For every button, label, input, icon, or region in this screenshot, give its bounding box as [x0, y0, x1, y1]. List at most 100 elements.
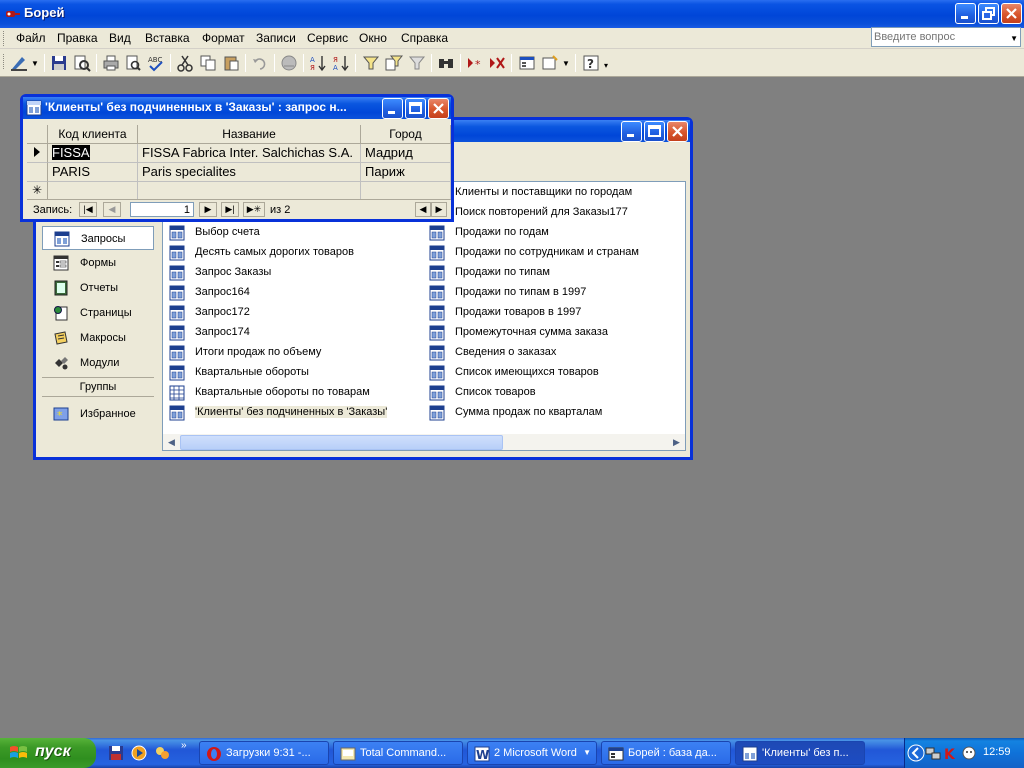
current-record-input[interactable]	[130, 202, 194, 217]
menu-file[interactable]: Файл	[16, 31, 46, 45]
first-record-button[interactable]: |◀	[79, 202, 97, 217]
next-record-button[interactable]: ▶	[199, 202, 217, 217]
menu-format[interactable]: Формат	[202, 31, 245, 45]
menu-tools[interactable]: Сервис	[307, 31, 348, 45]
select-all-corner[interactable]	[27, 125, 48, 144]
menu-view[interactable]: Вид	[109, 31, 131, 45]
toolbar-separator	[44, 54, 45, 72]
scroll-right-button[interactable]: ▶	[669, 435, 684, 450]
print-preview-icon[interactable]	[124, 54, 142, 72]
db-close-button[interactable]	[667, 121, 688, 142]
tray-expand-icon[interactable]	[907, 744, 925, 762]
record-selector[interactable]	[27, 163, 48, 182]
quicklaunch-media-icon[interactable]	[131, 745, 147, 761]
column-header-city[interactable]: Город	[361, 125, 451, 144]
column-header-name[interactable]: Название	[138, 125, 361, 144]
restore-button[interactable]	[978, 3, 999, 24]
table-cell[interactable]: PARIS	[48, 163, 138, 182]
query-window-title-bar[interactable]: 'Клиенты' без подчиненных в 'Заказы' : з…	[23, 97, 451, 119]
task-borey-database[interactable]: Борей : база да...	[601, 741, 731, 765]
menu-edit[interactable]: Правка	[57, 31, 98, 45]
delete-record-icon[interactable]	[488, 54, 506, 72]
list-item-label: Список товаров	[455, 386, 536, 398]
menu-records[interactable]: Записи	[256, 31, 296, 45]
task-clients-query[interactable]: 'Клиенты' без п...	[735, 741, 865, 765]
table-cell[interactable]: FISSA Fabrica Inter. Salchichas S.A.	[138, 144, 361, 163]
minimize-button[interactable]	[955, 3, 976, 24]
antivirus-icon[interactable]: K	[943, 745, 959, 761]
cut-icon[interactable]	[176, 54, 194, 72]
record-selector[interactable]	[27, 144, 48, 163]
database-window-icon[interactable]	[518, 54, 536, 72]
print-icon[interactable]	[102, 54, 120, 72]
task-downloads[interactable]: Загрузки 9:31 -...	[199, 741, 329, 765]
paste-icon[interactable]	[222, 54, 240, 72]
design-view-icon[interactable]	[10, 54, 28, 72]
quicklaunch-save-icon[interactable]	[108, 745, 124, 761]
filter-by-selection-icon[interactable]	[362, 54, 380, 72]
hyperlink-icon[interactable]	[280, 54, 298, 72]
table-cell[interactable]: Paris specialites	[138, 163, 361, 182]
scroll-left-button[interactable]: ◀	[415, 202, 431, 217]
query-close-button[interactable]	[428, 98, 449, 119]
menu-insert[interactable]: Вставка	[145, 31, 190, 45]
tray-app-icon[interactable]	[961, 745, 977, 761]
toolbar-grip[interactable]	[3, 54, 6, 69]
last-record-button[interactable]: ▶|	[221, 202, 239, 217]
app-title-bar[interactable]: Борей	[0, 0, 1024, 28]
help-search-box[interactable]: ▼	[871, 27, 1021, 47]
objects-pages[interactable]: Страницы	[42, 301, 154, 325]
groups-header[interactable]: Группы	[42, 377, 154, 397]
table-cell[interactable]: Париж	[361, 163, 451, 182]
help-search-input[interactable]	[874, 29, 1004, 45]
close-button[interactable]	[1001, 3, 1022, 24]
objects-macros[interactable]: Макросы	[42, 326, 154, 350]
help-icon[interactable]: ?	[582, 54, 600, 72]
start-button[interactable]: пуск	[0, 738, 96, 768]
groups-favorites[interactable]: * Избранное	[42, 402, 154, 426]
new-record-nav-button[interactable]: ▶✳	[243, 202, 265, 217]
task-group-dropdown-icon[interactable]: ▼	[583, 748, 591, 757]
previous-record-button[interactable]: ◀	[103, 202, 121, 217]
objects-reports[interactable]: Отчеты	[42, 276, 154, 300]
menu-help[interactable]: Справка	[401, 31, 448, 45]
scroll-left-button[interactable]: ◀	[164, 435, 179, 450]
quicklaunch-expand-icon[interactable]: »	[181, 740, 187, 751]
quicklaunch-app-icon[interactable]	[154, 745, 170, 761]
task-total-commander[interactable]: Total Command...	[333, 741, 463, 765]
db-minimize-button[interactable]	[621, 121, 642, 142]
filter-by-form-icon[interactable]	[385, 54, 403, 72]
list-item-label: Запрос164	[195, 286, 250, 298]
objects-modules[interactable]: Модули	[42, 351, 154, 375]
scrollbar-thumb[interactable]	[180, 435, 503, 450]
table-cell[interactable]: FISSA	[48, 144, 138, 163]
column-header-customer-id[interactable]: Код клиента	[48, 125, 138, 144]
query-maximize-button[interactable]	[405, 98, 426, 119]
horizontal-scrollbar[interactable]: ◀ ▶	[163, 433, 685, 450]
chevron-down-icon[interactable]: ▼	[1010, 34, 1018, 43]
toolbar-options-icon[interactable]: ▾	[604, 61, 608, 70]
objects-queries[interactable]: Запросы	[42, 226, 154, 250]
network-icon[interactable]	[925, 745, 941, 761]
new-record-icon[interactable]: *	[466, 54, 484, 72]
query-minimize-button[interactable]	[382, 98, 403, 119]
menu-grip[interactable]	[3, 31, 6, 46]
view-dropdown-icon[interactable]: ▼	[31, 59, 39, 68]
objects-forms[interactable]: Формы	[42, 251, 154, 275]
copy-icon[interactable]	[199, 54, 217, 72]
sort-descending-icon[interactable]: ЯA	[332, 54, 350, 72]
db-maximize-button[interactable]	[644, 121, 665, 142]
apply-filter-icon[interactable]	[408, 54, 426, 72]
spelling-icon[interactable]: ABC	[147, 54, 165, 72]
new-object-dropdown-icon[interactable]: ▼	[562, 59, 570, 68]
table-cell[interactable]: Мадрид	[361, 144, 451, 163]
menu-window[interactable]: Окно	[359, 31, 387, 45]
sort-ascending-icon[interactable]: AЯ	[309, 54, 327, 72]
scroll-right-button[interactable]: ▶	[431, 202, 447, 217]
save-icon[interactable]	[50, 54, 68, 72]
task-microsoft-word[interactable]: W 2 Microsoft Word ▼	[467, 741, 597, 765]
new-object-icon[interactable]	[541, 54, 559, 72]
find-icon[interactable]	[437, 54, 455, 72]
file-search-icon[interactable]	[73, 54, 91, 72]
undo-icon[interactable]	[251, 54, 269, 72]
